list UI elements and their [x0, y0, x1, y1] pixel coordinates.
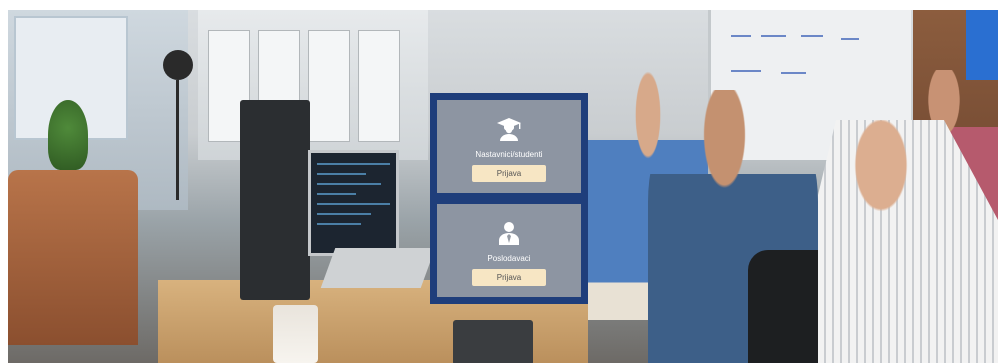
graduate-icon — [497, 118, 521, 141]
keyboard — [453, 320, 533, 363]
employer-icon — [499, 222, 519, 245]
sofa — [8, 170, 138, 345]
role-title: Nastavnici/studenti — [475, 150, 543, 159]
role-card-employers: Poslodavaci Prijava — [437, 204, 581, 297]
laptop — [308, 150, 399, 256]
plant — [48, 100, 88, 170]
office-windows — [198, 10, 428, 160]
drink-can — [273, 305, 318, 363]
role-card-students: Nastavnici/studenti Prijava — [437, 100, 581, 193]
role-title: Poslodavaci — [487, 254, 531, 263]
students-login-button[interactable]: Prijava — [472, 165, 546, 182]
login-panel: Nastavnici/studenti Prijava Poslodavaci … — [430, 93, 588, 304]
monitor — [240, 100, 310, 300]
studio-lamp — [163, 50, 193, 80]
employers-login-button[interactable]: Prijava — [472, 269, 546, 286]
